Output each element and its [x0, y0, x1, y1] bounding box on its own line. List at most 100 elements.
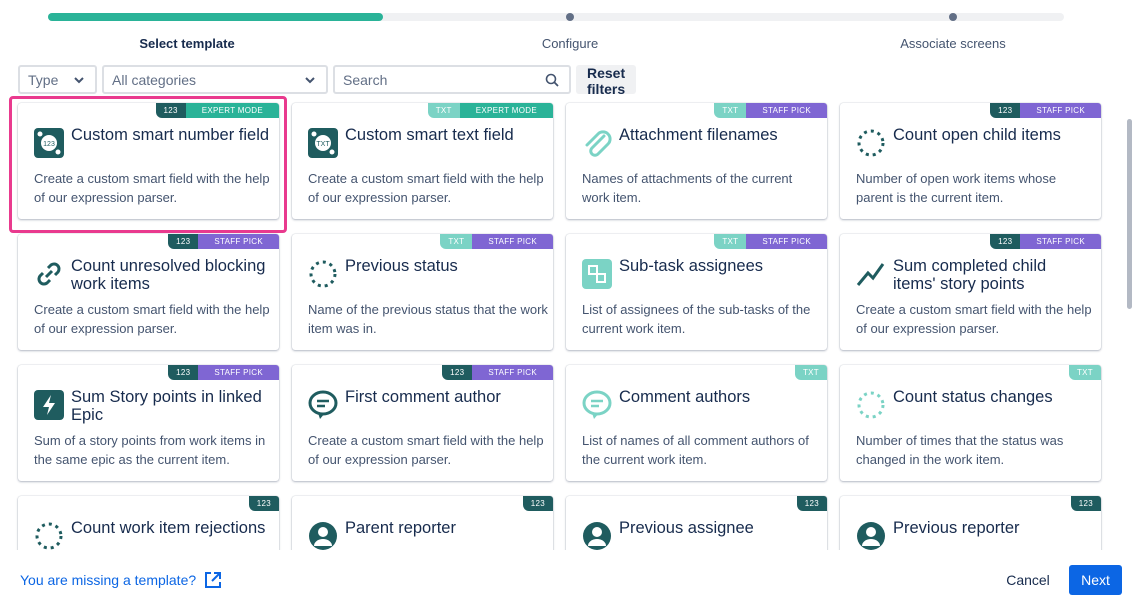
search-input[interactable]: Search: [333, 65, 571, 94]
dotted-circle-icon: [308, 259, 338, 289]
step-label-select-template: Select template: [139, 36, 235, 51]
card-title: Count work item rejections: [71, 519, 266, 537]
card-badge: TXT: [714, 103, 747, 118]
card-badges: 123: [522, 496, 553, 511]
card-title: First comment author: [345, 388, 501, 406]
template-card[interactable]: 123 STAFF PICK Count unresolved blocking w…: [18, 234, 279, 350]
card-badges: TXT: [1068, 365, 1101, 380]
card-badge: STAFF PICK: [472, 234, 553, 249]
chevron-down-icon: [305, 77, 315, 84]
card-badges: 123 STAFF PICK: [442, 365, 553, 380]
card-title: Attachment filenames: [619, 126, 778, 144]
card-badge: STAFF PICK: [1020, 234, 1101, 249]
next-button[interactable]: Next: [1069, 565, 1122, 595]
card-description: Name of the previous status that the wor…: [308, 302, 548, 336]
dotted-circle-icon: [34, 521, 64, 550]
card-title: Sum completed child items' story points: [893, 257, 1047, 293]
reset-filters-button[interactable]: Reset filters: [576, 65, 637, 97]
card-badges: 123: [796, 496, 827, 511]
card-badge: STAFF PICK: [198, 234, 279, 249]
card-title: Previous status: [345, 257, 458, 275]
gear-number-icon: 123: [34, 128, 64, 158]
card-badges: TXT: [794, 365, 827, 380]
cancel-button[interactable]: Cancel: [996, 565, 1060, 595]
type-select[interactable]: Type: [18, 65, 97, 94]
card-description: Create a custom smart field with the hel…: [34, 302, 270, 336]
card-badges: 123 STAFF PICK: [168, 234, 279, 249]
card-badge: 123: [442, 365, 473, 380]
template-card[interactable]: TXT EXPERT MODE TXT Custom smart text field…: [292, 103, 553, 219]
card-badge: TXT: [714, 234, 747, 249]
template-card[interactable]: 123 Previous reporter: [840, 496, 1101, 550]
step-dot-configure: [566, 13, 574, 21]
chevron-down-icon: [74, 77, 84, 84]
template-card[interactable]: 123 STAFF PICK Count open child items Numbe…: [840, 103, 1101, 219]
card-title: Sum Story points in linked Epic: [71, 388, 262, 424]
card-description: Sum of a story points from work items in…: [34, 433, 266, 467]
template-card[interactable]: TXT STAFF PICK Previous status Name of the …: [292, 234, 553, 350]
template-card[interactable]: TXT Comment authors List of names of all c…: [566, 365, 827, 481]
card-title: Sub-task assignees: [619, 257, 763, 275]
scrollbar[interactable]: [1127, 119, 1132, 309]
template-card[interactable]: 123 Previous assignee: [566, 496, 827, 550]
template-grid: 123 EXPERT MODE 123 Custom smart number fie…: [0, 96, 1125, 550]
type-select-value: Type: [28, 71, 59, 88]
card-title: Comment authors: [619, 388, 751, 406]
external-link-icon: [205, 572, 222, 588]
card-description: Names of attachments of the current work…: [582, 171, 793, 205]
link-icon: [34, 259, 64, 289]
card-badges: 123 STAFF PICK: [990, 234, 1101, 249]
user-icon: [308, 521, 338, 550]
svg-text:123: 123: [43, 141, 55, 148]
template-card[interactable]: 123 Parent reporter: [292, 496, 553, 550]
step-label-configure: Configure: [541, 36, 599, 51]
card-description: Number of times that the status was chan…: [856, 433, 1064, 467]
card-title: Custom smart number field: [71, 126, 270, 144]
comment-light-icon: [582, 390, 612, 420]
card-badges: TXT STAFF PICK: [714, 103, 827, 118]
template-card[interactable]: 123 STAFF PICK Sum completed child items' …: [840, 234, 1101, 350]
dotted-circle-light-icon: [856, 390, 886, 420]
subtask-icon: [582, 259, 612, 289]
card-badges: 123: [248, 496, 279, 511]
card-badge: STAFF PICK: [746, 103, 827, 118]
card-badge: 123: [990, 103, 1021, 118]
svg-text:TXT: TXT: [316, 141, 330, 148]
card-badge: 123: [1070, 496, 1101, 511]
category-select-value: All categories: [112, 71, 197, 88]
template-card[interactable]: 123 STAFF PICK Sum Story points in linked …: [18, 365, 279, 481]
card-badge: STAFF PICK: [198, 365, 279, 380]
missing-template-link[interactable]: You are missing a template?: [20, 571, 222, 589]
card-title: Parent reporter: [345, 519, 456, 537]
template-card[interactable]: TXT STAFF PICK Sub-task assignees List of a…: [566, 234, 827, 350]
card-badges: TXT STAFF PICK: [440, 234, 553, 249]
paperclip-icon: [582, 128, 612, 158]
card-badge: STAFF PICK: [1020, 103, 1101, 118]
step-label-associate-screens: Associate screens: [900, 36, 1006, 51]
category-select[interactable]: All categories: [102, 65, 328, 94]
user-icon: [582, 521, 612, 550]
dotted-circle-icon: [856, 128, 886, 158]
card-title: Count status changes: [893, 388, 1053, 406]
card-badge: 123: [248, 496, 279, 511]
progress-fill: [48, 13, 384, 21]
search-icon: [545, 73, 559, 87]
template-card[interactable]: 123 STAFF PICK First comment author Create …: [292, 365, 553, 481]
card-badges: 123 STAFF PICK: [990, 103, 1101, 118]
progress-track: [48, 13, 1064, 21]
comment-icon: [308, 390, 338, 420]
card-title: Custom smart text field: [345, 126, 514, 144]
card-badges: 123: [1070, 496, 1101, 511]
card-description: Create a custom smart field with the hel…: [34, 171, 270, 205]
template-card[interactable]: 123 EXPERT MODE 123 Custom smart number fie…: [18, 103, 279, 219]
card-description: List of names of all comment authors of …: [582, 433, 809, 467]
card-title: Count open child items: [893, 126, 1061, 144]
template-card[interactable]: TXT Count status changes Number of times t…: [840, 365, 1101, 481]
card-description: Number of open work items whose parent i…: [856, 171, 1057, 205]
card-description: Create a custom smart field with the hel…: [308, 433, 544, 467]
card-badge: EXPERT MODE: [459, 103, 553, 118]
card-badge: STAFF PICK: [746, 234, 827, 249]
template-card[interactable]: 123 Count work item rejections: [18, 496, 279, 550]
template-card[interactable]: TXT STAFF PICK Attachment filenames Names o…: [566, 103, 827, 219]
card-description: List of assignees of the sub-tasks of th…: [582, 302, 811, 336]
